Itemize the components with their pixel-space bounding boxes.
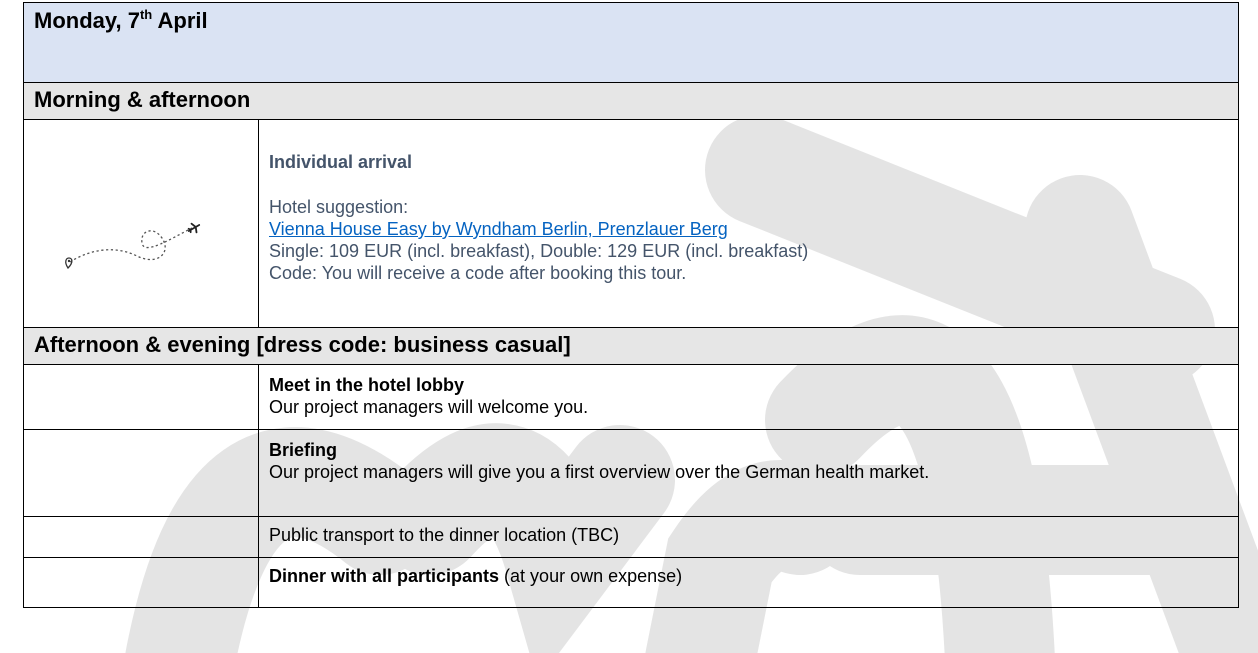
section-header-row: Morning & afternoon (23, 82, 1239, 120)
item-title: Dinner with all participants (269, 566, 500, 586)
schedule-item-transport: Public transport to the dinner location … (258, 516, 1239, 558)
hotel-suggestion-label: Hotel suggestion: (269, 197, 409, 217)
travel-route-icon (65, 222, 201, 270)
arrival-icon-cell (23, 119, 259, 328)
itinerary-table: Monday, 7th April Morning & afternoon In… (23, 2, 1239, 608)
section-title-morning: Morning & afternoon (23, 82, 1239, 120)
schedule-row: Briefing Our project managers will give … (23, 429, 1239, 517)
item-description: Our project managers will welcome you. (269, 397, 589, 417)
item-title: Briefing (269, 440, 338, 460)
schedule-item-briefing: Briefing Our project managers will give … (258, 429, 1239, 517)
schedule-item-lobby: Meet in the hotel lobby Our project mana… (258, 364, 1239, 430)
section-title-afternoon: Afternoon & evening [dress code: busines… (23, 327, 1239, 365)
schedule-time-cell (23, 364, 259, 430)
schedule-time-cell (23, 429, 259, 517)
item-description: (at your own expense) (499, 566, 683, 586)
item-description: Our project managers will give you a fir… (269, 462, 930, 482)
schedule-row: Meet in the hotel lobby Our project mana… (23, 364, 1239, 430)
item-title: Meet in the hotel lobby (269, 375, 465, 395)
schedule-item-dinner: Dinner with all participants (at your ow… (258, 557, 1239, 608)
hotel-prices: Single: 109 EUR (incl. breakfast), Doubl… (269, 241, 809, 261)
day-header: Monday, 7th April (23, 2, 1239, 83)
day-prefix: Monday, 7 (34, 8, 140, 33)
section-header-row: Afternoon & evening [dress code: busines… (23, 327, 1239, 365)
day-ordinal-suffix: th (139, 7, 153, 22)
arrival-row: Individual arrival Hotel suggestion: Vie… (23, 119, 1239, 328)
day-month: April (152, 8, 208, 33)
hotel-link[interactable]: Vienna House Easy by Wyndham Berlin, Pre… (269, 218, 1238, 240)
day-header-row: Monday, 7th April (23, 2, 1239, 83)
schedule-time-cell (23, 557, 259, 608)
hotel-code-note: Code: You will receive a code after book… (269, 263, 687, 283)
arrival-title: Individual arrival (269, 152, 413, 172)
schedule-row: Dinner with all participants (at your ow… (23, 557, 1239, 608)
schedule-row: Public transport to the dinner location … (23, 516, 1239, 558)
schedule-time-cell (23, 516, 259, 558)
arrival-content: Individual arrival Hotel suggestion: Vie… (258, 119, 1239, 328)
hotel-info: Hotel suggestion: Vienna House Easy by W… (269, 196, 1238, 284)
item-description: Public transport to the dinner location … (269, 525, 620, 545)
